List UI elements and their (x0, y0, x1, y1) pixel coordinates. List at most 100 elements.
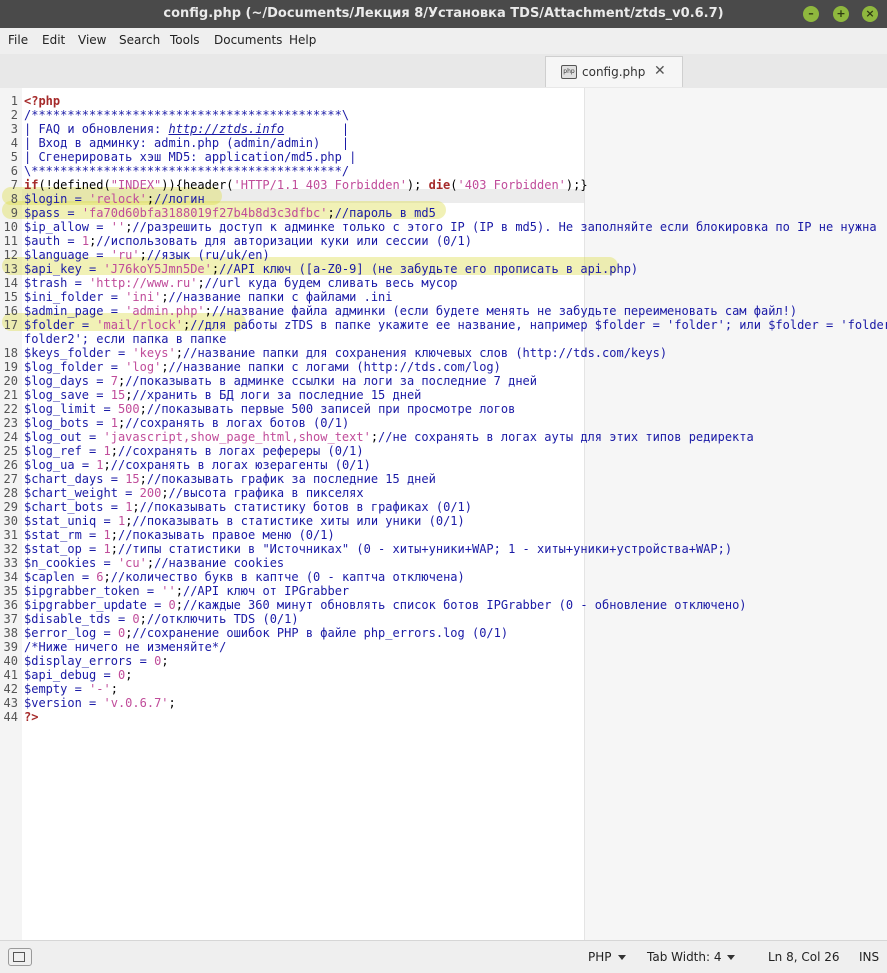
tab-bar: php config.php ✕ (0, 54, 887, 89)
menu-search[interactable]: Search (119, 28, 160, 52)
code-line: $log_limit = 500;//показывать первые 500… (24, 402, 516, 416)
menu-edit[interactable]: Edit (42, 28, 65, 52)
line-number: 43 (3, 696, 18, 710)
code-line: $pass = 'fa70d60bfa3188019f27b4b8d3c3dfb… (24, 206, 436, 220)
line-number: 23 (3, 416, 18, 430)
menu-view[interactable]: View (78, 28, 106, 52)
code-line: $chart_days = 15;//показывать график за … (24, 472, 436, 486)
line-number: 28 (3, 486, 18, 500)
code-line: $n_cookies = 'cu';//название cookies (24, 556, 285, 570)
code-line: \***************************************… (24, 164, 350, 178)
line-number: 2 (10, 108, 18, 122)
line-number: 35 (3, 584, 18, 598)
line-number: 31 (3, 528, 18, 542)
tab-config-php[interactable]: php config.php ✕ (545, 56, 683, 87)
tab-width-selector[interactable]: Tab Width: 4 (647, 941, 736, 973)
line-number: 40 (3, 654, 18, 668)
code-line: $log_out = 'javascript,show_page_html,sh… (24, 430, 754, 444)
code-line: $log_bots = 1;//сохранять в логах ботов … (24, 416, 350, 430)
code-line: $auth = 1;//использовать для авторизации… (24, 234, 472, 248)
code-line: $stat_rm = 1;//показывать правое меню (0… (24, 528, 335, 542)
code-line: $ip_allow = '';//разрешить доступ к адми… (24, 220, 877, 234)
line-number: 18 (3, 346, 18, 360)
code-line: | Вход в админку: admin.php (admin/admin… (24, 136, 350, 150)
line-number: 6 (10, 164, 18, 178)
line-number: 29 (3, 500, 18, 514)
code-line: $log_days = 7;//показывать в админке ссы… (24, 374, 538, 388)
line-number: 15 (3, 290, 18, 304)
line-number: 25 (3, 444, 18, 458)
code-line: $log_save = 15;//хранить в БД логи за по… (24, 388, 422, 402)
line-number: 4 (10, 136, 18, 150)
line-number: 12 (3, 248, 18, 262)
line-number: 36 (3, 598, 18, 612)
menu-documents[interactable]: Documents (214, 28, 282, 52)
code-line: $language = 'ru';//язык (ru/uk/en) (24, 248, 270, 262)
line-number: 22 (3, 402, 18, 416)
code-line: $stat_uniq = 1;//показывать в статистике… (24, 514, 465, 528)
code-line: $api_key = 'J76koY5Jmn5De';//API ключ ([… (24, 262, 639, 276)
line-number: 39 (3, 640, 18, 654)
menu-help[interactable]: Help (289, 28, 316, 52)
panel-icon (13, 952, 25, 962)
tab-width-label: Tab Width: 4 (647, 950, 722, 964)
line-number: 37 (3, 612, 18, 626)
line-number: 21 (3, 388, 18, 402)
code-line: | Сгенерировать хэш MD5: application/md5… (24, 150, 357, 164)
close-icon[interactable]: × (862, 6, 878, 22)
code-line: $api_debug = 0; (24, 668, 133, 682)
chevron-down-icon (617, 955, 626, 960)
minimize-icon[interactable]: – (803, 6, 819, 22)
code-line: $caplen = 6;//количество букв в каптче (… (24, 570, 465, 584)
line-number: 16 (3, 304, 18, 318)
line-number: 32 (3, 542, 18, 556)
code-line: $log_ref = 1;//сохранять в логах реферер… (24, 444, 364, 458)
line-number: 5 (10, 150, 18, 164)
maximize-icon[interactable]: + (833, 6, 849, 22)
code-line: <?php (24, 94, 61, 108)
code-line: if(!defined("INDEX")){header('HTTP/1.1 4… (24, 178, 588, 192)
code-line: $login = 'relock';//логин (24, 192, 205, 206)
tab-close-icon[interactable]: ✕ (654, 63, 666, 79)
php-file-icon: php (561, 65, 577, 79)
code-line: $folder = 'mail/rlock';//для работы zTDS… (24, 318, 887, 332)
code-line: ?> (24, 710, 39, 724)
line-number: 27 (3, 472, 18, 486)
tab-label: config.php (582, 65, 646, 79)
line-number: 14 (3, 276, 18, 290)
code-line: $keys_folder = 'keys';//название папки д… (24, 346, 668, 360)
line-number: 11 (3, 234, 18, 248)
line-number: 10 (3, 220, 18, 234)
code-line: $admin_page = 'admin.php';//название фай… (24, 304, 798, 318)
code-line: | FAQ и обновления: http://ztds.info | (24, 122, 350, 136)
language-selector[interactable]: PHP (588, 941, 626, 973)
line-number: 13 (3, 262, 18, 276)
line-number: 41 (3, 668, 18, 682)
code-line: /***************************************… (24, 108, 350, 122)
code-line: $stat_op = 1;//типы статистики в "Источн… (24, 542, 733, 556)
line-number: 8 (10, 192, 18, 206)
line-number: 19 (3, 360, 18, 374)
line-number: 38 (3, 626, 18, 640)
line-number: 9 (10, 206, 18, 220)
menu-tools[interactable]: Tools (170, 28, 200, 52)
menu-file[interactable]: File (8, 28, 28, 52)
code-line: $ini_folder = 'ini';//название папки с ф… (24, 290, 393, 304)
code-line: $chart_bots = 1;//показывать статистику … (24, 500, 472, 514)
code-editor[interactable]: 1 <?php 2 /********************************… (0, 88, 887, 940)
code-line: $log_folder = 'log';//название папки с л… (24, 360, 501, 374)
cursor-position: Ln 8, Col 26 (768, 950, 840, 964)
code-line: $error_log = 0;//сохранение ошибок PHP в… (24, 626, 509, 640)
status-bar: PHP Tab Width: 4 Ln 8, Col 26 INS (0, 940, 887, 973)
side-panel-toggle-button[interactable] (8, 948, 32, 966)
line-number: 3 (10, 122, 18, 136)
code-line: folder2'; если папка в папке (24, 332, 227, 346)
line-number: 44 (3, 710, 18, 724)
chevron-down-icon (727, 955, 736, 960)
insert-mode: INS (859, 950, 880, 964)
right-margin (584, 88, 887, 940)
line-number: 20 (3, 374, 18, 388)
line-number: 17 (3, 318, 18, 332)
line-number: 30 (3, 514, 18, 528)
line-number: 42 (3, 682, 18, 696)
